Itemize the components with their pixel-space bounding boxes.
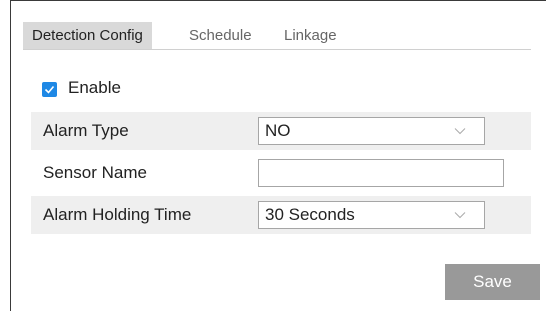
checkmark-icon	[44, 85, 55, 94]
save-button[interactable]: Save	[445, 264, 540, 300]
sensor-name-label: Sensor Name	[43, 163, 147, 182]
alarm-type-label: Alarm Type	[43, 121, 129, 140]
alarm-holding-time-select[interactable]: 30 Seconds	[258, 201, 485, 229]
tab-linkage[interactable]: Linkage	[284, 22, 337, 49]
alarm-type-select[interactable]: NO	[258, 117, 485, 145]
sensor-name-input[interactable]	[258, 159, 504, 187]
sensor-name-row: Sensor Name	[31, 154, 531, 192]
enable-checkbox[interactable]	[42, 82, 57, 97]
chevron-down-icon	[454, 128, 466, 135]
alarm-holding-time-value: 30 Seconds	[265, 205, 355, 224]
tab-bar: Detection Config Schedule Linkage	[23, 22, 531, 50]
enable-label: Enable	[68, 78, 121, 97]
alarm-holding-time-label: Alarm Holding Time	[43, 205, 192, 224]
alarm-holding-time-row: Alarm Holding Time 30 Seconds	[31, 196, 531, 234]
chevron-down-icon	[454, 212, 466, 219]
tab-detection-config[interactable]: Detection Config	[23, 22, 152, 49]
tab-schedule[interactable]: Schedule	[189, 22, 252, 49]
alarm-type-row: Alarm Type NO	[31, 112, 531, 150]
alarm-type-value: NO	[265, 121, 291, 140]
